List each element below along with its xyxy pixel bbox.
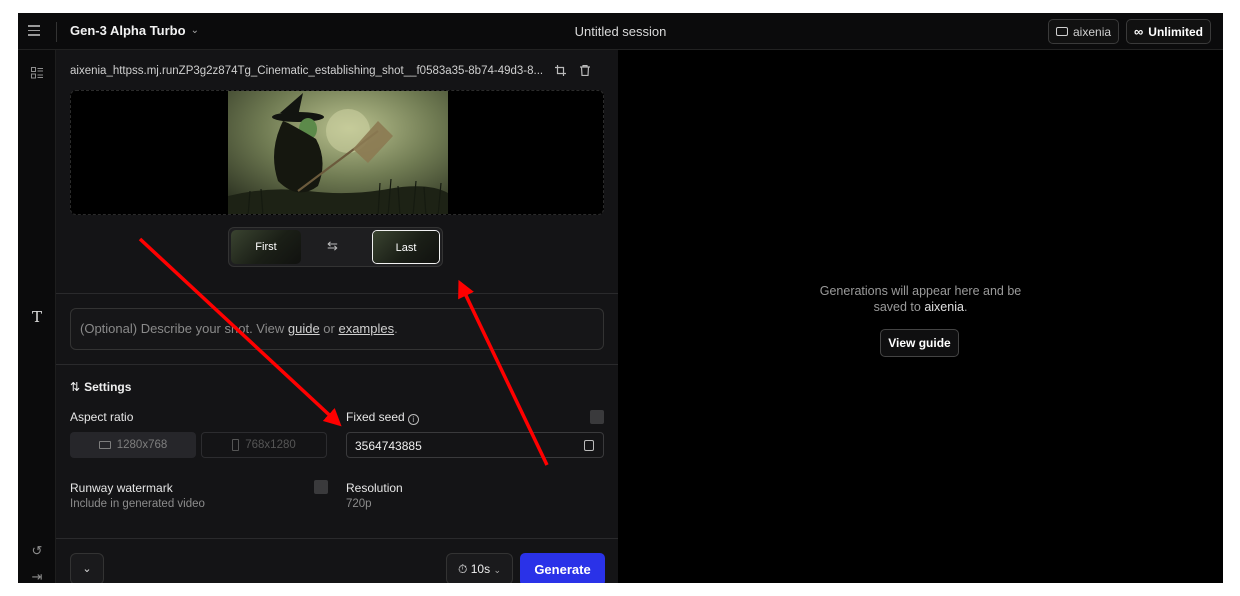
landscape-icon: [98, 441, 111, 449]
unlimited-button[interactable]: ∞ Unlimited: [1126, 19, 1211, 44]
empty-state-line2: saved to aixenia.: [618, 299, 1223, 315]
swap-frames-icon[interactable]: ⇆: [327, 238, 338, 254]
line2-folder: aixenia: [924, 300, 964, 314]
file-row: aixenia_httpss.mj.runZP3g2z874Tg_Cinemat…: [70, 65, 590, 77]
line2-suffix: .: [963, 300, 968, 314]
settings-heading: ⇅ Settings: [70, 380, 131, 394]
aspect-landscape-label: 1280x768: [116, 439, 168, 451]
first-frame-label: First: [255, 241, 277, 253]
settings-title: Settings: [84, 380, 132, 394]
empty-state-message: Generations will appear here and be save…: [618, 283, 1223, 315]
witch-image: [228, 91, 448, 214]
empty-state-line1: Generations will appear here and be: [819, 284, 1022, 298]
image-preview[interactable]: [70, 90, 604, 215]
copy-icon[interactable]: [584, 440, 594, 451]
last-frame-label: Last: [395, 242, 417, 254]
folder-button[interactable]: aixenia: [1048, 19, 1120, 44]
crop-icon[interactable]: [555, 65, 566, 77]
prompt-placeholder-prefix: (Optional) Describe your shot. View: [80, 321, 288, 336]
resolution-value: 720p: [346, 498, 372, 510]
prompt-placeholder-middle: or: [319, 321, 339, 336]
aspect-portrait-button[interactable]: 768x1280: [201, 432, 327, 458]
aspect-landscape-button[interactable]: 1280x768: [70, 432, 196, 458]
fixed-seed-label: Fixed seed i: [346, 410, 419, 425]
first-frame-tab[interactable]: First: [231, 230, 301, 264]
watermark-label: Runway watermark: [70, 481, 173, 495]
settings-panel: aixenia_httpss.mj.runZP3g2z874Tg_Cinemat…: [56, 50, 618, 583]
aspect-portrait-label: 768x1280: [245, 439, 296, 451]
divider: [56, 364, 618, 365]
prompt-input[interactable]: (Optional) Describe your shot. View guid…: [70, 308, 604, 350]
chevron-down-icon: ⌄: [493, 565, 501, 575]
divider: [56, 538, 618, 539]
fixed-seed-text: Fixed seed: [346, 410, 405, 424]
folder-label: aixenia: [1073, 24, 1112, 39]
examples-link[interactable]: examples: [338, 321, 394, 336]
top-bar: Gen-3 Alpha Turbo ⌄ Untitled session aix…: [18, 13, 1223, 50]
timer-icon: ⏱: [458, 562, 468, 576]
watermark-description: Include in generated video: [70, 498, 205, 510]
seed-value: 3564743885: [355, 439, 422, 453]
portrait-icon: [232, 439, 240, 451]
divider: [56, 293, 618, 294]
chevron-down-icon: ⌄: [82, 563, 92, 575]
aspect-ratio-label: Aspect ratio: [70, 410, 134, 424]
duration-select[interactable]: ⏱ 10s ⌄: [446, 553, 513, 583]
resolution-label: Resolution: [346, 481, 403, 495]
left-rail: T ↺ ⇥: [18, 50, 56, 583]
grid-list-icon[interactable]: [18, 67, 56, 82]
text-tool-icon[interactable]: T: [18, 308, 56, 326]
collapse-panel-icon[interactable]: ⇥: [18, 569, 56, 583]
fixed-seed-checkbox[interactable]: [590, 410, 604, 424]
prompt-placeholder-suffix: .: [394, 321, 398, 336]
app-window: Gen-3 Alpha Turbo ⌄ Untitled session aix…: [18, 13, 1223, 583]
sort-settings-icon: ⇅: [70, 380, 81, 394]
info-icon[interactable]: i: [407, 414, 419, 425]
frame-toggle: First ⇆ Last: [228, 227, 443, 267]
session-title[interactable]: Untitled session: [18, 24, 1223, 39]
file-name: aixenia_httpss.mj.runZP3g2z874Tg_Cinemat…: [70, 65, 544, 77]
undo-icon[interactable]: ↺: [18, 543, 56, 559]
generate-button[interactable]: Generate: [520, 553, 605, 583]
infinity-icon: ∞: [1134, 24, 1144, 39]
trash-icon[interactable]: [580, 65, 590, 77]
guide-link[interactable]: guide: [288, 321, 320, 336]
unlimited-label: Unlimited: [1148, 24, 1203, 39]
folder-icon: [1056, 27, 1068, 36]
line2-prefix: saved to: [873, 300, 925, 314]
watermark-checkbox[interactable]: [314, 480, 328, 494]
view-guide-button[interactable]: View guide: [880, 329, 959, 357]
seed-input[interactable]: 3564743885: [346, 432, 604, 458]
last-frame-tab[interactable]: Last: [372, 230, 440, 264]
expand-button[interactable]: ⌄: [70, 553, 104, 583]
duration-value: 10s: [470, 562, 491, 576]
